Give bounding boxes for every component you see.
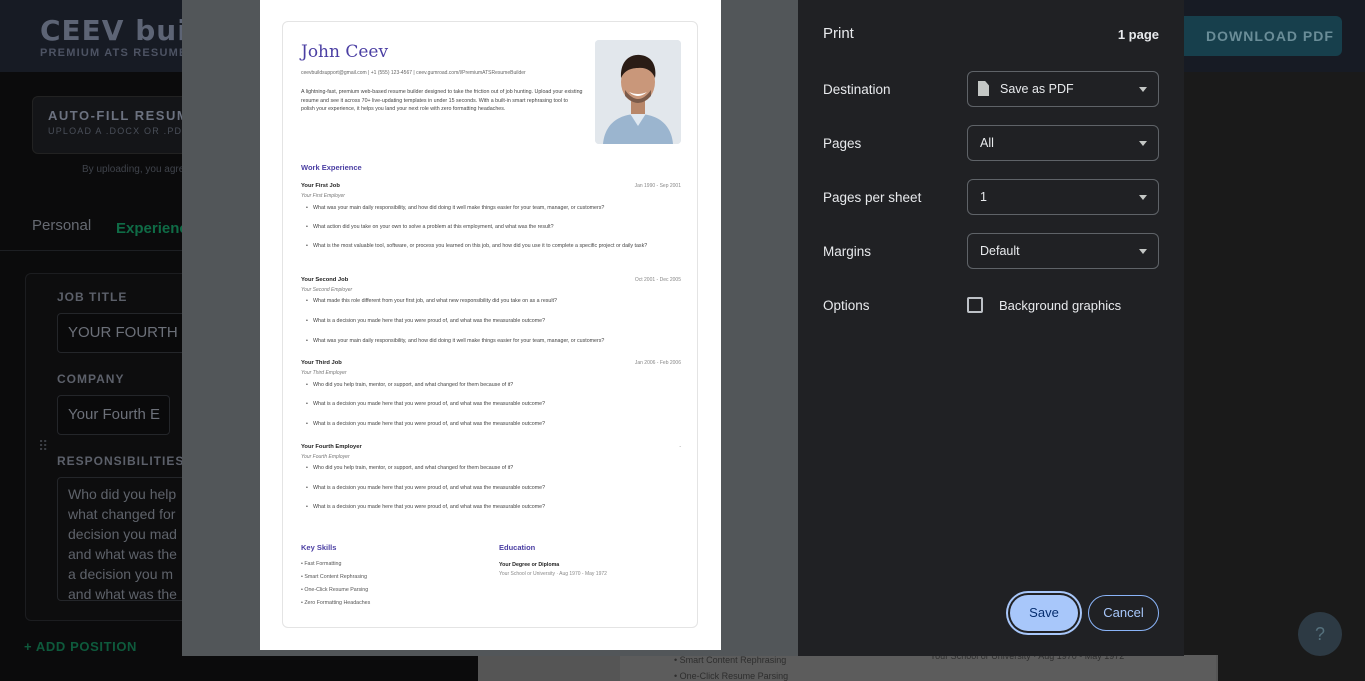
skill-item: • Fast Formatting: [301, 561, 342, 567]
download-pdf-button[interactable]: DOWNLOAD PDF: [1168, 16, 1342, 56]
pages-per-sheet-label: Pages per sheet: [823, 190, 922, 205]
resume-name: John Ceev: [301, 42, 389, 62]
job-title: Your Second Job: [301, 277, 349, 283]
job-employer: Your Third Employer: [301, 370, 347, 376]
pages-per-sheet-value: 1: [980, 190, 987, 204]
job-bullet: What is a decision you made here that yo…: [306, 484, 681, 494]
resume-summary: A lightning-fast, premium web-based resu…: [301, 89, 583, 112]
print-settings-panel: Print 1 page Destination Save as PDF Pag…: [798, 0, 1184, 656]
options-label: Options: [823, 298, 870, 313]
job-bullet: What was your main daily responsibility,…: [306, 337, 681, 347]
job-bullet: Who did you help train, mentor, or suppo…: [306, 381, 681, 391]
job-employer: Your Second Employer: [301, 287, 353, 293]
add-position-button[interactable]: + ADD POSITION: [24, 639, 137, 654]
save-button[interactable]: Save: [1010, 595, 1078, 631]
job-bullet: What is a decision you made here that yo…: [306, 317, 681, 327]
job-date: Jan 2006 - Feb 2006: [634, 360, 681, 366]
skill-item: • Smart Content Rephrasing: [301, 574, 368, 580]
job-date: -: [679, 444, 681, 450]
pages-per-sheet-select[interactable]: 1: [967, 179, 1159, 215]
job-entry-2: Your Second Job Oct 2001 - Dec 2005: [301, 277, 681, 287]
profile-photo: [595, 40, 681, 144]
job-bullet: What is a decision you made here that yo…: [306, 420, 681, 430]
background-graphics-label[interactable]: Background graphics: [999, 298, 1121, 313]
dropdown-arrow-icon: [1139, 87, 1147, 92]
file-icon: [978, 81, 989, 96]
education-school: Your School or University · Aug 1970 - M…: [499, 571, 607, 577]
dropdown-arrow-icon: [1139, 195, 1147, 200]
job-employer: Your First Employer: [301, 193, 345, 199]
job-title: Your Third Job: [301, 360, 342, 366]
job-date: Jan 1990 - Sep 2001: [634, 183, 681, 189]
job-entry-3: Your Third Job Jan 2006 - Feb 2006: [301, 360, 681, 370]
job-title: Your First Job: [301, 183, 340, 189]
profile-photo-image: [595, 40, 681, 144]
behind-text-1: • Smart Content Rephrasing: [674, 655, 787, 665]
drag-handle-icon[interactable]: ⠿: [38, 438, 48, 455]
behind-text-2: • One-Click Resume Parsing: [674, 671, 789, 681]
job-title: Your Fourth Employer: [301, 444, 362, 450]
company-label: COMPANY: [57, 372, 125, 386]
job-bullet: What action did you take on your own to …: [306, 223, 681, 233]
help-icon[interactable]: ?: [1298, 612, 1342, 656]
margins-value: Default: [980, 244, 1020, 258]
job-entry-1: Your First Job Jan 1990 - Sep 2001: [301, 183, 681, 193]
job-date: Oct 2001 - Dec 2005: [634, 277, 681, 283]
tab-personal[interactable]: Personal: [32, 217, 91, 234]
upload-consent-text: By uploading, you agre: [82, 164, 185, 175]
resume-contact: ceevbuildsupport@gmail.com | +1 (555) 12…: [301, 70, 526, 76]
page-count: 1 page: [1117, 27, 1159, 42]
preview-page: John Ceev ceevbuildsupport@gmail.com | +…: [260, 0, 721, 650]
job-title-input[interactable]: YOUR FOURTH E: [57, 313, 197, 353]
dropdown-arrow-icon: [1139, 141, 1147, 146]
job-bullet: What is a decision you made here that yo…: [306, 503, 681, 513]
responsibilities-textarea[interactable]: Who did you help what changed for decisi…: [57, 477, 197, 601]
resume-document: John Ceev ceevbuildsupport@gmail.com | +…: [282, 21, 698, 628]
job-bullet: What made this role different from your …: [306, 297, 681, 307]
education-heading: Education: [499, 543, 536, 552]
autofill-subtitle: UPLOAD A .DOCX OR .PDF F: [48, 126, 200, 136]
job-employer: Your Fourth Employer: [301, 454, 350, 460]
background-graphics-checkbox[interactable]: [967, 297, 983, 313]
autofill-title: AUTO-FILL RESUME: [48, 108, 200, 123]
tab-experience[interactable]: Experienc: [116, 220, 188, 237]
dropdown-arrow-icon: [1139, 249, 1147, 254]
responsibilities-label: RESPONSIBILITIES: [57, 454, 185, 468]
education-degree: Your Degree or Diploma: [499, 562, 560, 568]
brand-tagline: PREMIUM ATS RESUME: [40, 47, 188, 59]
pages-select[interactable]: All: [967, 125, 1159, 161]
job-bullet: Who did you help train, mentor, or suppo…: [306, 464, 681, 474]
skill-item: • Zero Formatting Headaches: [301, 600, 371, 606]
margins-select[interactable]: Default: [967, 233, 1159, 269]
company-input[interactable]: Your Fourth E: [57, 395, 170, 435]
job-entry-4: Your Fourth Employer -: [301, 444, 681, 454]
print-title: Print: [823, 25, 854, 42]
work-experience-heading: Work Experience: [301, 163, 362, 172]
margins-label: Margins: [823, 244, 872, 259]
cancel-button[interactable]: Cancel: [1088, 595, 1159, 631]
job-bullet: What is a decision you made here that yo…: [306, 400, 681, 410]
job-title-label: JOB TITLE: [57, 290, 128, 304]
pages-label: Pages: [823, 136, 862, 151]
skill-item: • One-Click Resume Parsing: [301, 587, 369, 593]
key-skills-heading: Key Skills: [301, 543, 337, 552]
pages-value: All: [980, 136, 994, 150]
destination-select[interactable]: Save as PDF: [967, 71, 1159, 107]
job-bullet: What was your main daily responsibility,…: [306, 204, 681, 214]
job-bullet: What is the most valuable tool, software…: [306, 242, 681, 252]
destination-label: Destination: [823, 82, 891, 97]
destination-value: Save as PDF: [1000, 82, 1074, 96]
